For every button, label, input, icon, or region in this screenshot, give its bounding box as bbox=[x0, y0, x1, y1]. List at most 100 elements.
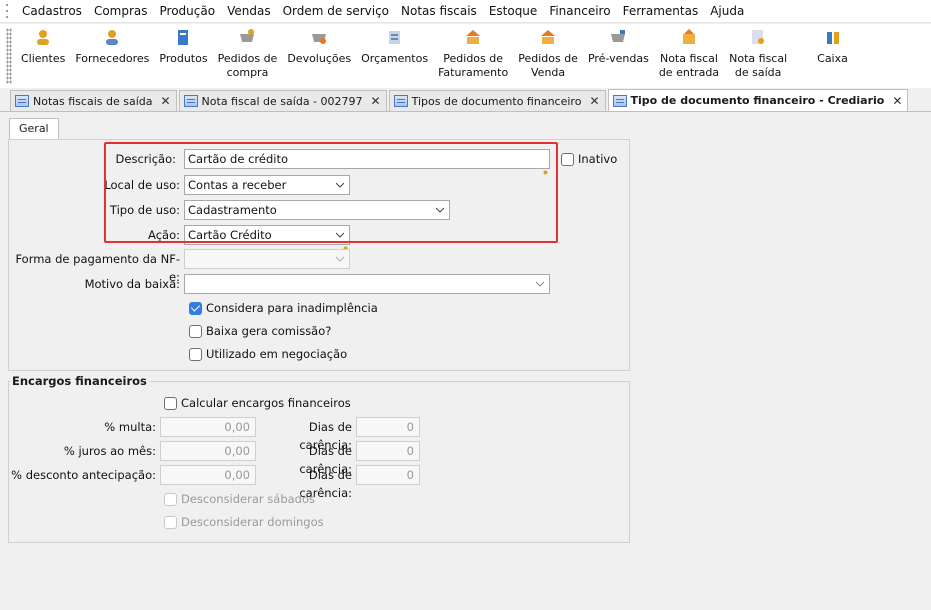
local-uso-select[interactable]: Contas a receber bbox=[184, 175, 350, 195]
toolbar-label: Pedidos de Faturamento bbox=[438, 52, 509, 79]
clients-icon bbox=[34, 28, 52, 46]
utilizado-negociacao-label: Utilizado em negociação bbox=[206, 347, 348, 361]
document-icon bbox=[183, 95, 198, 107]
required-mark-icon bbox=[543, 162, 548, 175]
checkbox-box[interactable] bbox=[189, 324, 202, 338]
toolbar-pre-vendas-button[interactable]: Pré-vendas bbox=[583, 24, 654, 88]
pre-sales-icon bbox=[609, 28, 627, 46]
calcular-encargos-checkbox[interactable]: Calcular encargos financeiros bbox=[164, 394, 351, 412]
menu-notas-fiscais[interactable]: Notas fiscais bbox=[395, 0, 483, 23]
required-mark-icon bbox=[343, 238, 348, 251]
carencia-juros-input[interactable]: 0 bbox=[356, 441, 420, 461]
multa-label: % multa: bbox=[104, 420, 156, 434]
toolbar-pedidos-faturamento-button[interactable]: Pedidos de Faturamento bbox=[433, 24, 513, 88]
close-icon[interactable]: ✕ bbox=[371, 94, 381, 108]
menu-ferramentas[interactable]: Ferramentas bbox=[617, 0, 705, 23]
carencia-multa-input[interactable]: 0 bbox=[356, 417, 420, 437]
chevron-down-icon bbox=[336, 181, 344, 189]
checkbox-box[interactable] bbox=[189, 301, 202, 315]
motivo-baixa-label: Motivo da baixa: bbox=[84, 277, 180, 291]
menu-estoque[interactable]: Estoque bbox=[483, 0, 544, 23]
menu-vendas[interactable]: Vendas bbox=[221, 0, 277, 23]
descricao-value: Cartão de crédito bbox=[188, 152, 288, 166]
toolbar-label: Orçamentos bbox=[361, 52, 429, 65]
inativo-checkbox[interactable]: Inativo bbox=[561, 150, 617, 168]
tipo-uso-label: Tipo de uso: bbox=[109, 203, 180, 217]
toolbar-label: Produtos bbox=[159, 52, 208, 65]
toolbar-orcamentos-button[interactable]: Orçamentos bbox=[356, 24, 433, 88]
multa-input[interactable]: 0,00 bbox=[160, 417, 256, 437]
tipo-uso-select[interactable]: Cadastramento bbox=[184, 200, 450, 220]
baixa-comissao-label: Baixa gera comissão? bbox=[206, 324, 332, 338]
descricao-label: Descrição: bbox=[115, 152, 176, 166]
local-uso-label: Local de uso: bbox=[104, 178, 180, 192]
menu-ajuda[interactable]: Ajuda bbox=[704, 0, 750, 23]
tab-tipos-documento-financeiro[interactable]: Tipos de documento financeiro ✕ bbox=[388, 90, 606, 111]
desconsiderar-sabados-label: Desconsiderar sábados bbox=[181, 492, 316, 506]
close-icon[interactable]: ✕ bbox=[160, 94, 170, 108]
considera-inadimplencia-label: Considera para inadimplência bbox=[206, 301, 378, 315]
utilizado-negociacao-checkbox[interactable]: Utilizado em negociação bbox=[189, 345, 347, 363]
inativo-label: Inativo bbox=[578, 152, 618, 166]
desconto-input[interactable]: 0,00 bbox=[160, 465, 256, 485]
checkbox-box[interactable] bbox=[561, 152, 574, 166]
desconsiderar-domingos-checkbox[interactable]: Desconsiderar domingos bbox=[164, 513, 324, 531]
tab-notas-fiscais-saida[interactable]: Notas fiscais de saída ✕ bbox=[10, 90, 177, 111]
descricao-input[interactable]: Cartão de crédito bbox=[184, 149, 550, 175]
desconto-label: % desconto antecipação: bbox=[11, 468, 156, 482]
checkbox-box[interactable] bbox=[164, 492, 177, 506]
calcular-encargos-label: Calcular encargos financeiros bbox=[181, 396, 351, 410]
checkbox-box[interactable] bbox=[164, 515, 177, 529]
toolbar-pedidos-compra-button[interactable]: Pedidos de compra bbox=[213, 24, 283, 88]
tab-geral[interactable]: Geral bbox=[9, 118, 59, 139]
toolbar-nota-entrada-button[interactable]: Nota fiscal de entrada bbox=[654, 24, 724, 88]
forma-pagamento-select[interactable] bbox=[184, 249, 350, 269]
chevron-down-icon bbox=[336, 255, 344, 263]
considera-inadimplencia-checkbox[interactable]: Considera para inadimplência bbox=[189, 299, 378, 317]
menu-producao[interactable]: Produção bbox=[154, 0, 222, 23]
toolbar-pedidos-venda-button[interactable]: Pedidos de Venda bbox=[513, 24, 583, 88]
toolbar-label: Pedidos de Venda bbox=[518, 52, 578, 79]
toolbar-devolucoes-button[interactable]: Devoluções bbox=[282, 24, 356, 88]
tab-nota-fiscal-saida-002797[interactable]: Nota fiscal de saída - 002797 ✕ bbox=[178, 90, 387, 111]
document-icon bbox=[393, 95, 408, 107]
close-icon[interactable]: ✕ bbox=[589, 94, 599, 108]
menu-compras[interactable]: Compras bbox=[88, 0, 154, 23]
menu-ordem-servico[interactable]: Ordem de serviço bbox=[277, 0, 395, 23]
toolbar-fornecedores-button[interactable]: Fornecedores bbox=[70, 24, 154, 88]
encargos-title: Encargos financeiros bbox=[10, 374, 149, 388]
toolbar-caixa-button[interactable]: Caixa bbox=[812, 24, 853, 88]
toolbar-produtos-button[interactable]: Produtos bbox=[154, 24, 212, 88]
desconsiderar-sabados-checkbox[interactable]: Desconsiderar sábados bbox=[164, 490, 315, 508]
close-icon[interactable]: ✕ bbox=[892, 94, 902, 108]
tab-label: Tipo de documento financeiro - Crediario bbox=[630, 94, 885, 107]
document-tabs: Notas fiscais de saída ✕ Nota fiscal de … bbox=[0, 89, 931, 112]
toolbar-label: Caixa bbox=[817, 52, 848, 65]
motivo-baixa-select[interactable] bbox=[184, 274, 550, 294]
checkbox-box[interactable] bbox=[189, 347, 202, 361]
quotes-icon bbox=[386, 28, 404, 46]
toolbar-label: Pré-vendas bbox=[587, 52, 649, 65]
toolbar-nota-saida-button[interactable]: Nota fiscal de saída bbox=[724, 24, 792, 88]
juros-input[interactable]: 0,00 bbox=[160, 441, 256, 461]
chevron-down-icon bbox=[436, 206, 444, 214]
tab-tipo-documento-crediario[interactable]: Tipo de documento financeiro - Crediario… bbox=[607, 89, 909, 111]
checkbox-box[interactable] bbox=[164, 396, 177, 410]
carencia-desconto-input[interactable]: 0 bbox=[356, 465, 420, 485]
sales-orders-icon bbox=[539, 28, 557, 46]
menu-financeiro[interactable]: Financeiro bbox=[543, 0, 616, 23]
suppliers-icon bbox=[103, 28, 121, 46]
toolbar-label: Pedidos de compra bbox=[217, 52, 278, 79]
toolbar-label: Devoluções bbox=[287, 52, 352, 65]
baixa-comissao-checkbox[interactable]: Baixa gera comissão? bbox=[189, 322, 331, 340]
toolbar-label: Clientes bbox=[21, 52, 66, 65]
purchase-orders-icon bbox=[238, 28, 256, 46]
acao-select[interactable]: Cartão Crédito bbox=[184, 225, 350, 251]
toolbar: Clientes Fornecedores Produtos Pedidos d… bbox=[0, 24, 931, 88]
acao-value: Cartão Crédito bbox=[188, 228, 272, 242]
toolbar-label: Nota fiscal de saída bbox=[729, 52, 788, 79]
toolbar-label: Nota fiscal de entrada bbox=[658, 52, 720, 79]
menu-cadastros[interactable]: Cadastros bbox=[16, 0, 88, 23]
tab-label: Nota fiscal de saída - 002797 bbox=[201, 94, 363, 108]
toolbar-clientes-button[interactable]: Clientes bbox=[16, 24, 70, 88]
